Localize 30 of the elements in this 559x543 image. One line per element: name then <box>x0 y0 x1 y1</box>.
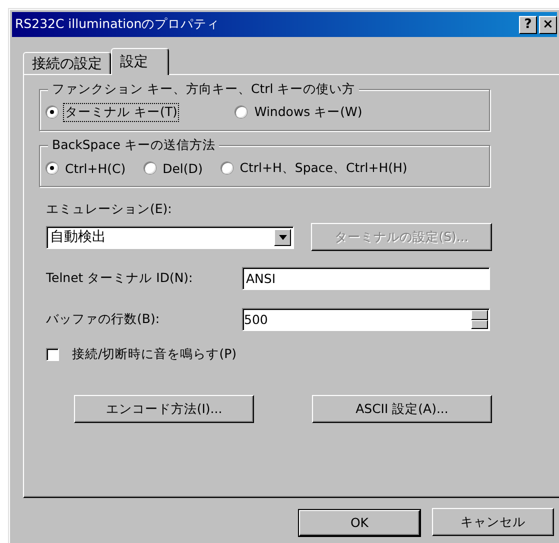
tab[interactable]: 接続の設定 <box>23 52 111 74</box>
field-label: Telnet ターミナル ID(N): <box>46 270 194 287</box>
spin-field[interactable]: 500 <box>242 308 490 331</box>
emulation-dropdown[interactable]: 自動検出 <box>46 226 294 248</box>
radio-button[interactable] <box>144 162 156 174</box>
radio-button[interactable] <box>46 106 58 118</box>
input-field[interactable]: ANSI <box>242 267 490 290</box>
ok-button[interactable]: OK <box>299 510 420 536</box>
option-label[interactable]: Ctrl+H(C) <box>63 160 128 176</box>
window-title: RS232C illuminationのプロパティ <box>15 16 221 33</box>
option-label[interactable]: Windows キー(W) <box>252 102 364 122</box>
option-label[interactable]: ターミナル キー(T) <box>63 102 180 122</box>
ascii-settings-button[interactable]: ASCII 設定(A)... <box>312 395 492 423</box>
option-label[interactable]: Del(D) <box>160 160 205 176</box>
tab[interactable]: 設定 <box>111 48 169 75</box>
radio-button[interactable] <box>220 162 233 174</box>
encoding-button[interactable]: エンコード方法(I)... <box>74 395 254 423</box>
radio-button[interactable] <box>235 106 248 118</box>
checkbox[interactable] <box>46 348 59 361</box>
option-label[interactable]: Ctrl+H、Space、Ctrl+H(H) <box>238 158 410 178</box>
cancel-button[interactable]: キャンセル <box>432 508 554 536</box>
field-label: バッファの行数(B): <box>46 311 161 328</box>
close-button[interactable]: × <box>539 16 557 34</box>
caret-icon <box>278 234 286 240</box>
radio-button[interactable] <box>46 162 58 174</box>
group-title: ファンクション キー、方向キー、Ctrl キーの使い方 <box>48 81 360 98</box>
field-label: エミュレーション(E): <box>46 201 173 218</box>
checkbox-label[interactable]: 接続/切断時に音を鳴らす(P) <box>72 346 237 363</box>
help-button[interactable]: ? <box>519 16 537 34</box>
group-title: BackSpace キーの送信方法 <box>48 137 220 154</box>
